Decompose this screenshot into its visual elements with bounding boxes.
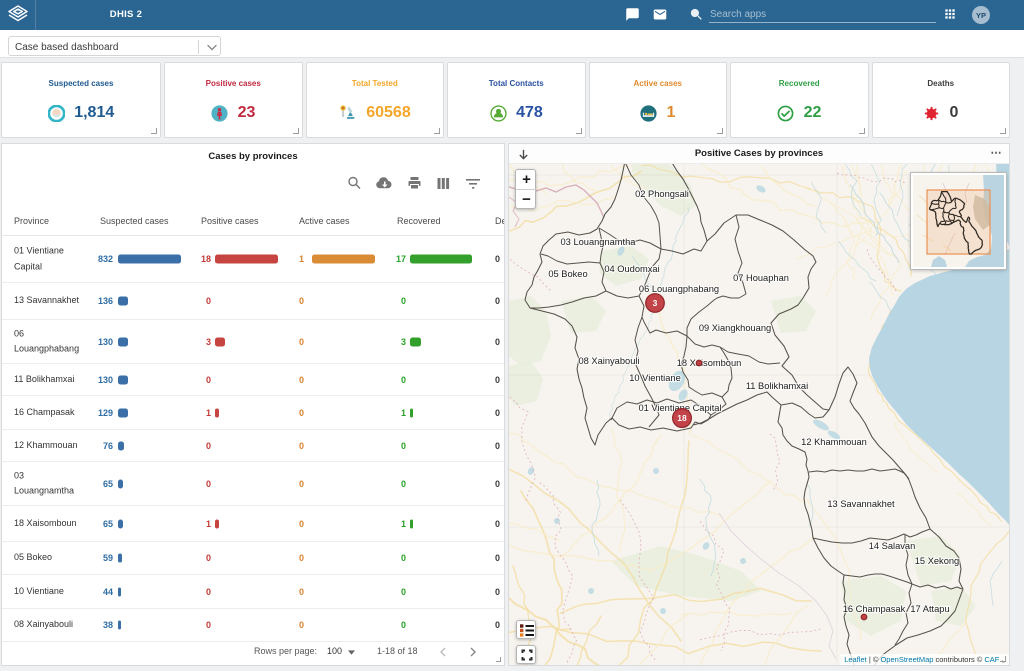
svg-text:17 Attapu: 17 Attapu	[910, 604, 949, 614]
svg-text:08 Xainyabouli: 08 Xainyabouli	[579, 356, 640, 366]
svg-text:12 Khammouan: 12 Khammouan	[801, 437, 867, 447]
svg-text:09 Xiangkhouang: 09 Xiangkhouang	[699, 323, 771, 333]
svg-text:07 Houaphan: 07 Houaphan	[733, 273, 789, 283]
svg-text:14 Salavan: 14 Salavan	[869, 541, 916, 551]
svg-text:18: 18	[677, 413, 687, 423]
svg-text:06 Louangphabang: 06 Louangphabang	[639, 284, 719, 294]
svg-text:10 Vientiane: 10 Vientiane	[629, 373, 681, 383]
svg-text:18 Xaisomboun: 18 Xaisomboun	[677, 358, 742, 368]
svg-text:13 Savannakhet: 13 Savannakhet	[827, 499, 895, 509]
svg-text:16 Champasak: 16 Champasak	[843, 604, 906, 614]
svg-text:04 Oudomxai: 04 Oudomxai	[604, 264, 659, 274]
svg-text:02 Phongsali: 02 Phongsali	[635, 189, 689, 199]
svg-text:05 Bokeo: 05 Bokeo	[548, 269, 587, 279]
svg-text:15 Xekong: 15 Xekong	[915, 556, 959, 566]
svg-text:03 Louangnamtha: 03 Louangnamtha	[561, 237, 637, 247]
svg-text:3: 3	[653, 298, 658, 308]
svg-text:11 Bolikhamxai: 11 Bolikhamxai	[746, 381, 808, 391]
